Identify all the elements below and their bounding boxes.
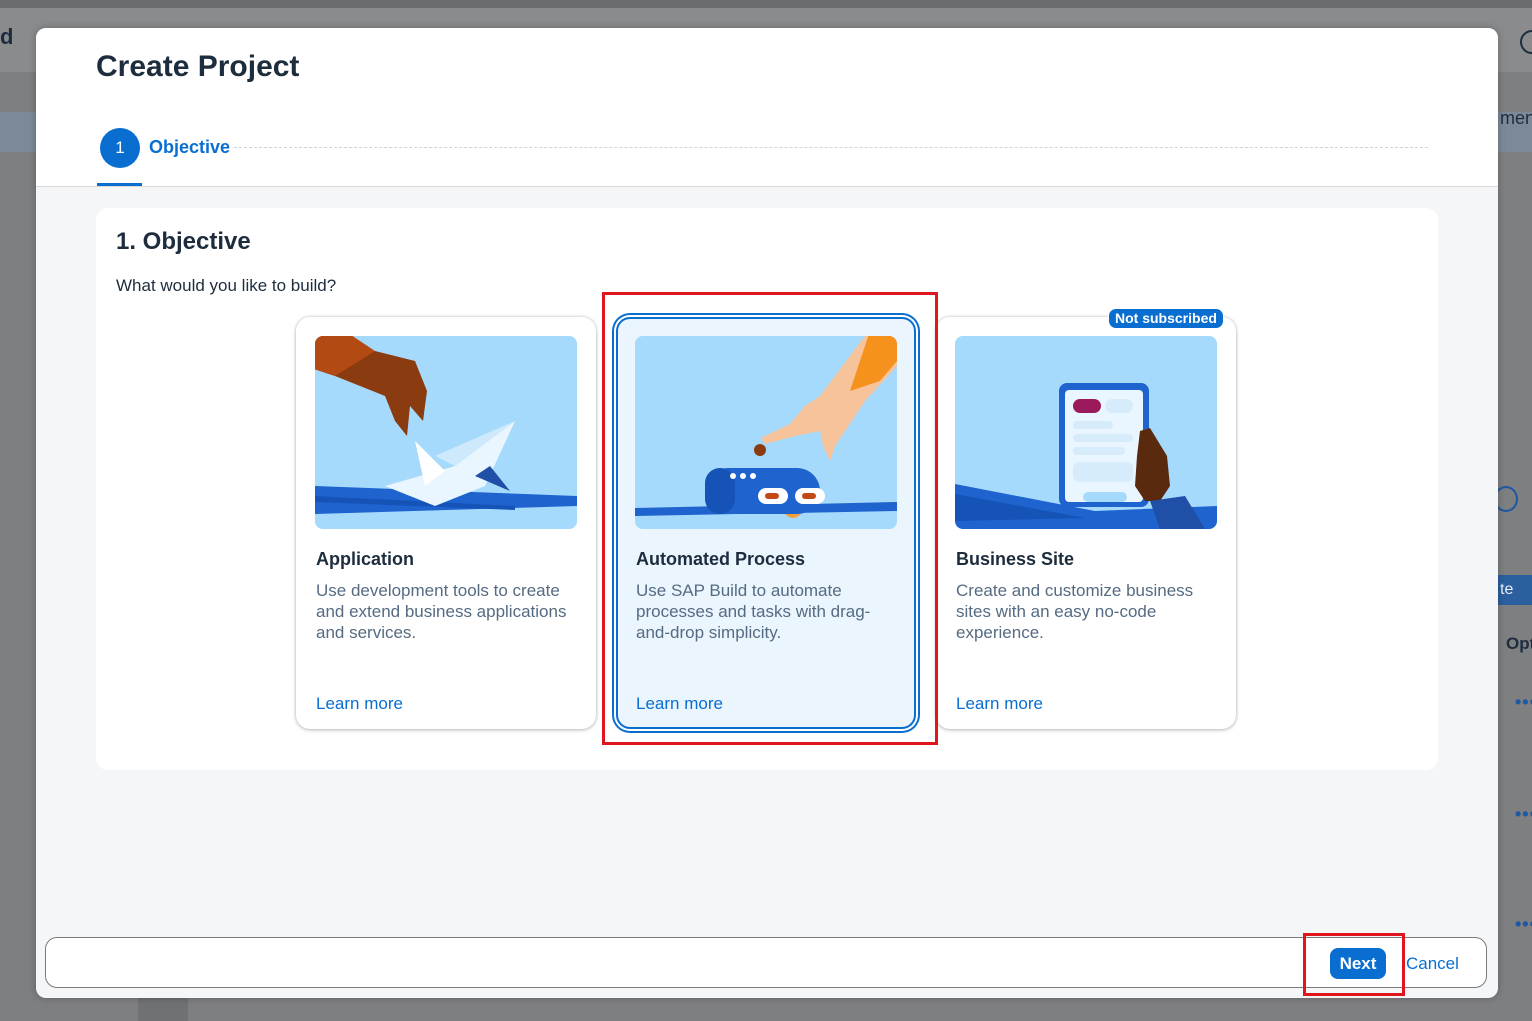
learn-more-link[interactable]: Learn more (956, 694, 1043, 714)
section-title: 1. Objective (116, 228, 251, 255)
card-automated-process[interactable]: Automated Process Use SAP Build to autom… (616, 317, 916, 729)
business-site-illustration (955, 336, 1217, 529)
card-title: Application (316, 549, 414, 569)
background-top-bar (0, 0, 1532, 8)
application-illustration (315, 336, 577, 529)
step-objective-label[interactable]: Objective (149, 137, 230, 158)
dialog-title: Create Project (96, 50, 300, 83)
more-options-icon: ••• (1515, 914, 1532, 934)
card-business-site[interactable]: Business Site Create and customize busin… (936, 317, 1236, 729)
next-button[interactable]: Next (1330, 948, 1386, 979)
cancel-button[interactable]: Cancel (1406, 948, 1459, 979)
automated-process-illustration (635, 336, 897, 529)
background-block (138, 998, 188, 1021)
wizard-progress-line (234, 147, 1428, 148)
card-title: Automated Process (636, 549, 806, 569)
objective-question: What would you like to build? (116, 276, 337, 295)
card-application[interactable]: Application Use development tools to cre… (296, 317, 596, 729)
card-description: Create and customize business sites with… (956, 581, 1194, 642)
not-subscribed-badge: Not subscribed (1108, 308, 1224, 329)
objective-panel: 1. Objective What would you like to buil… (96, 208, 1438, 770)
card-description: Use development tools to create and exte… (316, 581, 567, 642)
learn-more-link[interactable]: Learn more (636, 694, 723, 714)
more-options-icon: ••• (1515, 692, 1532, 712)
create-project-dialog: Create Project 1 Objective 1. Objective … (36, 28, 1498, 998)
dialog-footer: Next Cancel (45, 937, 1487, 988)
background-create-button: te (1496, 575, 1532, 605)
more-options-icon: ••• (1515, 804, 1532, 824)
step-number-badge[interactable]: 1 (100, 128, 140, 168)
learn-more-link[interactable]: Learn more (316, 694, 403, 714)
active-step-indicator (97, 183, 142, 186)
background-column-header: Opt (1506, 634, 1532, 653)
background-app-title: d (0, 24, 14, 49)
card-title: Business Site (956, 549, 1075, 569)
card-description: Use SAP Build to automate processes and … (636, 581, 871, 642)
background-text-fragment: men (1500, 108, 1532, 128)
dialog-header: Create Project 1 Objective (36, 28, 1498, 187)
